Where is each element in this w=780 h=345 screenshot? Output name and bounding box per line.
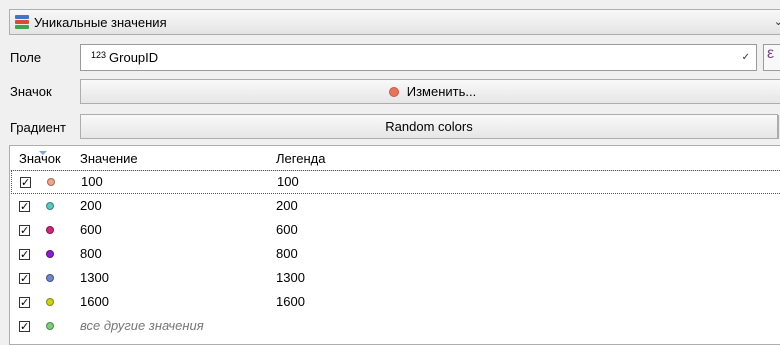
symbol-label: Значок bbox=[10, 84, 52, 99]
table-row[interactable]: ✓ 800 800 bbox=[10, 242, 780, 266]
row-value[interactable]: 1600 bbox=[80, 294, 109, 309]
chevron-down-icon: ✓ bbox=[741, 52, 750, 63]
row-legend[interactable]: 600 bbox=[276, 222, 298, 237]
row-checkbox[interactable]: ✓ bbox=[19, 297, 30, 308]
symbol-swatch-icon[interactable] bbox=[46, 226, 54, 234]
row-legend[interactable]: 1300 bbox=[276, 270, 305, 285]
color-ramp-value: Random colors bbox=[385, 119, 473, 134]
categorized-renderer-icon bbox=[15, 15, 29, 29]
column-header-legend[interactable]: Легенда bbox=[276, 151, 325, 166]
row-value[interactable]: 600 bbox=[80, 222, 102, 237]
change-symbol-label: Изменить... bbox=[406, 84, 477, 99]
table-row[interactable]: ✓ 200 200 bbox=[10, 194, 780, 218]
field-value: GroupID bbox=[109, 50, 159, 65]
row-value[interactable]: все другие значения bbox=[80, 318, 204, 333]
chevron-down-icon: ⌄ bbox=[773, 16, 780, 28]
row-value[interactable]: 100 bbox=[81, 174, 103, 189]
column-header-symbol[interactable]: Значок bbox=[19, 151, 61, 166]
table-row[interactable]: ✓ 100 100 bbox=[11, 170, 780, 194]
row-legend[interactable]: 800 bbox=[276, 246, 298, 261]
symbol-swatch-icon[interactable] bbox=[47, 178, 55, 186]
expression-button[interactable]: ε bbox=[763, 44, 780, 71]
color-ramp-button[interactable]: Random colors bbox=[80, 114, 778, 139]
table-row[interactable]: ✓ 1300 1300 bbox=[10, 266, 780, 290]
row-value[interactable]: 200 bbox=[80, 198, 102, 213]
symbol-swatch-icon[interactable] bbox=[46, 202, 54, 210]
row-checkbox[interactable]: ✓ bbox=[19, 201, 30, 212]
categories-table: Значок Значение Легенда ✓ 100 100 ✓ 200 200 ✓ 6… bbox=[9, 145, 780, 345]
column-header-value[interactable]: Значение bbox=[80, 151, 138, 166]
field-label: Поле bbox=[10, 50, 42, 65]
row-value[interactable]: 1300 bbox=[80, 270, 109, 285]
gradient-label: Градиент bbox=[10, 120, 66, 135]
table-row[interactable]: ✓ 600 600 bbox=[10, 218, 780, 242]
row-checkbox[interactable]: ✓ bbox=[19, 273, 30, 284]
row-value[interactable]: 800 bbox=[80, 246, 102, 261]
row-legend[interactable]: 100 bbox=[277, 174, 299, 189]
row-legend[interactable]: 1600 bbox=[276, 294, 305, 309]
row-checkbox[interactable]: ✓ bbox=[19, 225, 30, 236]
field-combo[interactable]: 123 GroupID ✓ bbox=[80, 44, 757, 71]
table-row[interactable]: ✓ все другие значения bbox=[10, 314, 780, 338]
symbol-swatch-icon[interactable] bbox=[46, 250, 54, 258]
row-checkbox[interactable]: ✓ bbox=[19, 321, 30, 332]
integer-type-icon: 123 bbox=[91, 49, 107, 60]
row-legend[interactable]: 200 bbox=[276, 198, 298, 213]
symbol-preview-icon bbox=[388, 86, 399, 97]
renderer-type-label: Уникальные значения bbox=[34, 14, 167, 30]
table-row[interactable]: ✓ 1600 1600 bbox=[10, 290, 780, 314]
row-checkbox[interactable]: ✓ bbox=[19, 249, 30, 260]
symbol-swatch-icon[interactable] bbox=[46, 298, 54, 306]
renderer-type-combo[interactable]: Уникальные значения ⌄ bbox=[9, 9, 780, 35]
symbol-swatch-icon[interactable] bbox=[46, 274, 54, 282]
table-header: Значок Значение Легенда bbox=[10, 146, 780, 171]
change-symbol-button[interactable]: Изменить... bbox=[80, 79, 780, 104]
row-checkbox[interactable]: ✓ bbox=[20, 177, 31, 188]
symbol-swatch-icon[interactable] bbox=[46, 322, 54, 330]
